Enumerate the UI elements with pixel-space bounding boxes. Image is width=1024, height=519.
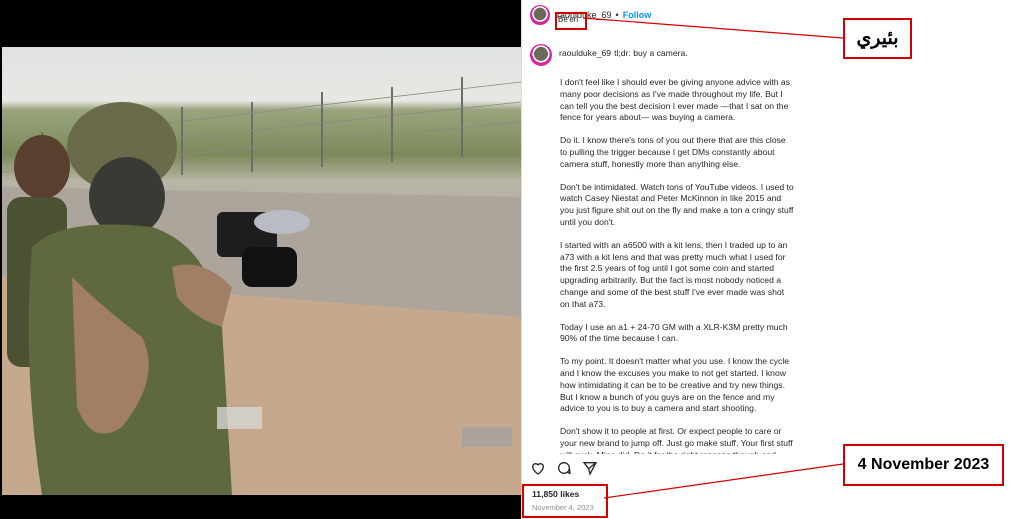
location-annotation: بئيري [843, 18, 912, 59]
date-annotation: 4 November 2023 [843, 444, 1004, 486]
annotation-lines [582, 17, 844, 499]
